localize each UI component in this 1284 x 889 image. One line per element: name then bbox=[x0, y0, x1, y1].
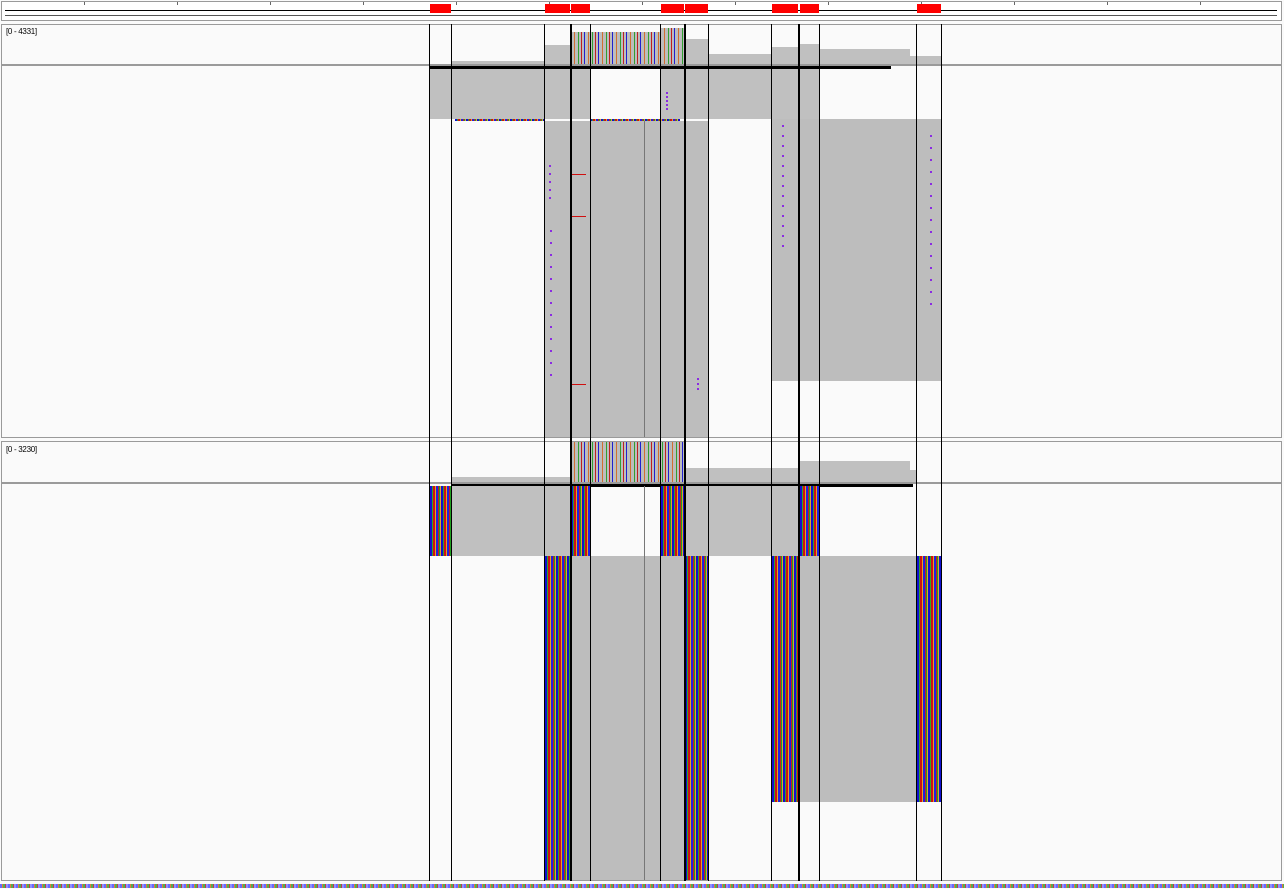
read-block bbox=[571, 121, 684, 437]
boundary-line bbox=[684, 24, 686, 881]
exon-3[interactable] bbox=[571, 4, 590, 13]
coverage-bar bbox=[685, 39, 708, 64]
coverage-bar bbox=[545, 45, 570, 64]
boundary-line bbox=[570, 24, 572, 881]
exon-4[interactable] bbox=[661, 4, 684, 13]
read-block bbox=[571, 486, 590, 556]
ruler-track bbox=[1, 1, 1282, 21]
read-block bbox=[452, 486, 570, 556]
coverage-bar bbox=[571, 32, 660, 64]
boundary-line bbox=[429, 24, 430, 881]
exon-2[interactable] bbox=[545, 4, 570, 13]
coverage-bar bbox=[661, 28, 684, 64]
mismatch-marker bbox=[572, 384, 586, 385]
read-block bbox=[545, 556, 570, 880]
read-block bbox=[685, 486, 798, 556]
read-block bbox=[571, 69, 590, 119]
read-block bbox=[545, 69, 570, 119]
sequence-track bbox=[0, 884, 1284, 888]
coverage-bar bbox=[452, 61, 545, 64]
gene-line bbox=[5, 10, 1277, 11]
read-block bbox=[800, 486, 819, 556]
mismatch-marker bbox=[572, 216, 586, 217]
exon-1[interactable] bbox=[430, 4, 451, 13]
coverage-bar bbox=[708, 54, 771, 64]
boundary-line bbox=[590, 24, 591, 881]
read-block bbox=[800, 556, 916, 802]
boundary-line bbox=[798, 24, 800, 881]
boundary-line bbox=[771, 24, 772, 881]
read-block bbox=[571, 556, 684, 880]
coverage-bar bbox=[820, 49, 910, 64]
boundary-line bbox=[819, 24, 820, 881]
coverage-bar bbox=[772, 47, 798, 64]
boundary-line bbox=[916, 24, 917, 881]
read-block bbox=[430, 69, 544, 119]
mismatch-marker bbox=[572, 174, 586, 175]
track-2-range-label: [0 - 3230] bbox=[6, 445, 37, 454]
read-block bbox=[772, 556, 798, 802]
gene-line-lower bbox=[5, 15, 1277, 16]
coverage-bar bbox=[910, 56, 941, 64]
coverage-bar bbox=[800, 461, 910, 482]
boundary-line bbox=[644, 486, 645, 880]
coverage-bar bbox=[800, 44, 819, 64]
read-block bbox=[917, 556, 941, 802]
read-block bbox=[772, 69, 819, 119]
read-block bbox=[661, 486, 684, 556]
exon-7[interactable] bbox=[800, 4, 819, 13]
boundary-line bbox=[544, 24, 545, 881]
coverage-bar bbox=[685, 468, 798, 482]
track-1-range-label: [0 - 4331] bbox=[6, 27, 37, 36]
insertion-marker bbox=[549, 165, 551, 205]
exon-8[interactable] bbox=[917, 4, 941, 13]
insertion-marker bbox=[666, 92, 668, 110]
read-block bbox=[430, 486, 451, 556]
boundary-line bbox=[660, 24, 661, 881]
boundary-line bbox=[708, 24, 709, 881]
boundary-line bbox=[451, 24, 452, 881]
boundary-line bbox=[941, 24, 942, 881]
coverage-bar bbox=[571, 442, 684, 482]
boundary-line bbox=[644, 121, 645, 437]
insertion-marker bbox=[697, 378, 699, 392]
coverage-bar bbox=[452, 477, 570, 482]
read-strip-colored bbox=[455, 119, 545, 121]
read-block bbox=[685, 556, 708, 880]
exon-6[interactable] bbox=[772, 4, 798, 13]
insertion-marker bbox=[782, 125, 784, 250]
read-block bbox=[661, 69, 684, 119]
exon-5[interactable] bbox=[685, 4, 708, 13]
insertion-marker bbox=[550, 230, 552, 380]
insertion-marker bbox=[930, 135, 932, 315]
read-block bbox=[685, 69, 772, 119]
